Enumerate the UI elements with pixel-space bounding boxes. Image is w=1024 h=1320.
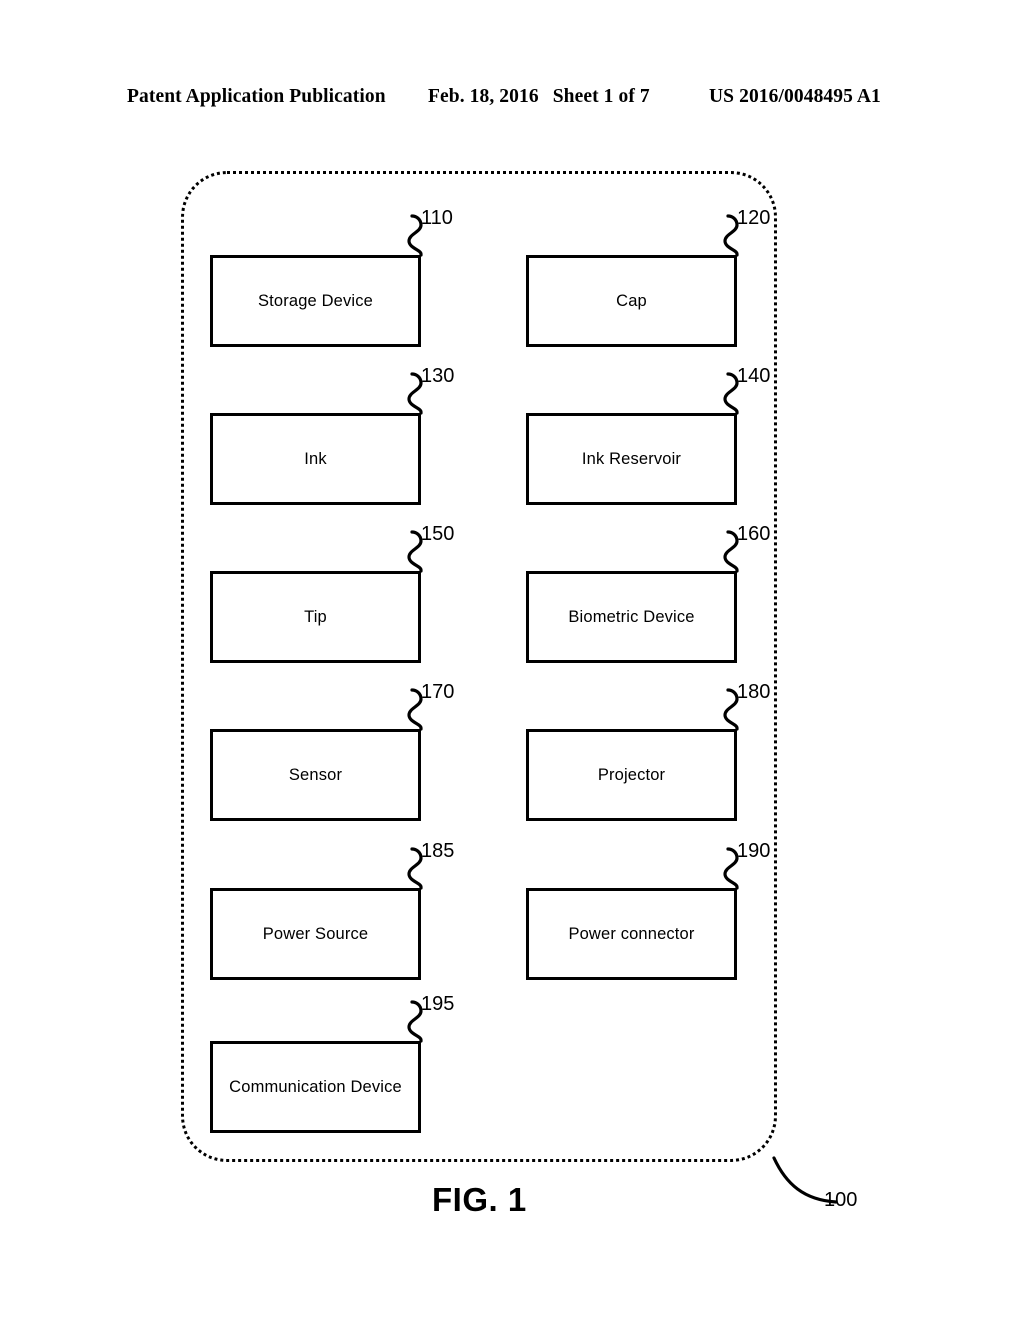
publication-date-sheet: Feb. 18, 2016 Sheet 1 of 7 — [428, 86, 650, 108]
component-box-160: Biometric Device — [526, 571, 737, 663]
component-box-195: Communication Device — [210, 1041, 421, 1133]
component-label-170: Sensor — [288, 765, 343, 784]
component-box-110: Storage Device — [210, 255, 421, 347]
component-label-190: Power connector — [568, 924, 695, 943]
component-box-150: Tip — [210, 571, 421, 663]
assembly-reference-100: 100 — [756, 1150, 896, 1230]
component-label-180: Projector — [597, 765, 666, 784]
component-box-185: Power Source — [210, 888, 421, 980]
sheet-number: Sheet 1 of 7 — [552, 86, 650, 107]
publication-title: Patent Application Publication — [127, 86, 386, 107]
component-label-110: Storage Device — [258, 291, 373, 310]
component-label-195: Communication Device — [229, 1077, 402, 1096]
component-box-130: Ink — [210, 413, 421, 505]
component-label-130: Ink — [304, 449, 327, 468]
publication-header: Patent Application Publication Feb. 18, … — [0, 86, 1024, 116]
component-box-190: Power connector — [526, 888, 737, 980]
component-label-185: Power Source — [262, 924, 369, 943]
component-label-160: Biometric Device — [568, 607, 695, 626]
component-box-170: Sensor — [210, 729, 421, 821]
assembly-lead-line-icon — [772, 1156, 838, 1204]
assembly-reference-number: 100 — [824, 1189, 858, 1211]
component-box-180: Projector — [526, 729, 737, 821]
component-box-140: Ink Reservoir — [526, 413, 737, 505]
component-label-150: Tip — [304, 607, 327, 626]
component-label-140: Ink Reservoir — [581, 449, 682, 468]
publication-number: US 2016/0048495 A1 — [709, 86, 881, 107]
patent-figure-page: Patent Application Publication Feb. 18, … — [0, 0, 1024, 1320]
component-box-120: Cap — [526, 255, 737, 347]
publication-date: Feb. 18, 2016 — [428, 86, 539, 107]
figure-caption: FIG. 1 — [432, 1181, 527, 1218]
component-label-120: Cap — [616, 291, 647, 310]
